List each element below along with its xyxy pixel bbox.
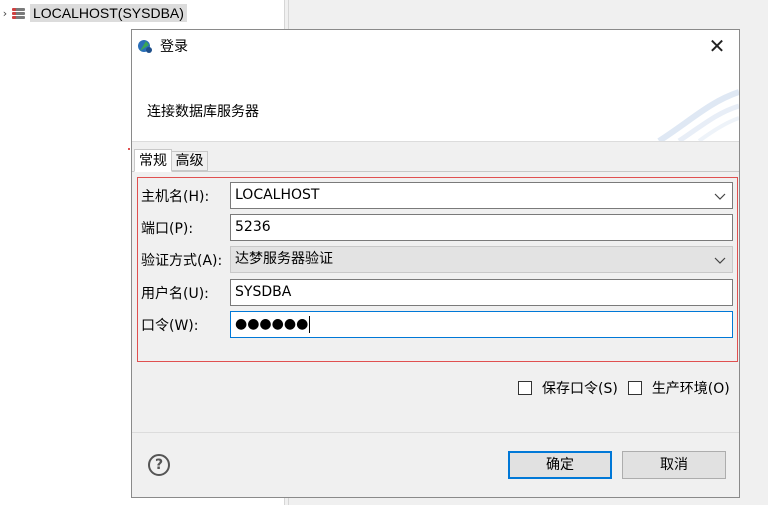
auth-method-select[interactable]: 达梦服务器验证 — [230, 246, 733, 273]
tab-strip: 常规 高级 — [132, 149, 739, 172]
production-env-label[interactable]: 生产环境(O) — [652, 378, 730, 398]
port-row: 端口(P): 5236 — [138, 212, 737, 241]
port-input[interactable]: 5236 — [230, 214, 733, 241]
production-env-checkbox[interactable] — [627, 381, 642, 395]
cancel-button[interactable]: 取消 — [622, 451, 726, 479]
text-caret — [309, 315, 311, 333]
port-label: 端口(P): — [141, 221, 194, 237]
tree-item-label: LOCALHOST(SYSDBA) — [30, 4, 187, 22]
username-input[interactable]: SYSDBA — [230, 279, 733, 306]
host-row: 主机名(H): LOCALHOST — [138, 180, 737, 209]
auth-value: 达梦服务器验证 — [235, 251, 333, 267]
banner-swirl-graphic — [657, 89, 739, 141]
user-label: 用户名(U): — [141, 286, 209, 302]
password-input[interactable]: ●●●●●● — [230, 311, 733, 338]
password-row: 口令(W): ●●●●●● — [138, 309, 737, 338]
password-value: ●●●●●● — [235, 316, 309, 332]
user-row: 用户名(U): SYSDBA — [138, 277, 737, 306]
password-label: 口令(W): — [141, 318, 199, 334]
dialog-banner: 连接数据库服务器 — [132, 62, 739, 142]
decoration-dot — [128, 148, 130, 150]
user-value: SYSDBA — [235, 284, 292, 300]
tab-advanced[interactable]: 高级 — [172, 151, 208, 171]
chevron-right-icon[interactable]: › — [0, 7, 10, 20]
chevron-down-icon[interactable] — [714, 254, 726, 266]
options-row: 保存口令(S) 生产环境(O) — [518, 377, 740, 399]
host-value: LOCALHOST — [235, 187, 320, 203]
host-label: 主机名(H): — [141, 189, 210, 205]
close-icon: ✕ — [708, 34, 726, 58]
tab-general[interactable]: 常规 — [134, 149, 172, 172]
auth-label: 验证方式(A): — [141, 253, 223, 269]
dialog-titlebar: 登录 ✕ — [132, 30, 739, 62]
database-icon — [12, 6, 26, 20]
footer-divider — [132, 432, 739, 433]
save-password-checkbox[interactable] — [518, 381, 532, 395]
port-value: 5236 — [235, 219, 271, 235]
dialog-title: 登录 — [160, 39, 188, 55]
login-dialog: 登录 ✕ 连接数据库服务器 常规 高级 主机名(H): LOCALHOST 端口… — [131, 29, 740, 498]
dm-logo-icon — [138, 40, 152, 53]
chevron-down-icon[interactable] — [714, 190, 726, 202]
auth-row: 验证方式(A): 达梦服务器验证 — [138, 244, 737, 273]
host-combobox[interactable]: LOCALHOST — [230, 182, 733, 209]
close-button[interactable]: ✕ — [695, 30, 739, 62]
connection-form: 主机名(H): LOCALHOST 端口(P): 5236 验证方式(A): 达… — [137, 177, 738, 362]
tree-item-localhost[interactable]: › LOCALHOST(SYSDBA) — [0, 2, 187, 24]
ok-button[interactable]: 确定 — [508, 451, 612, 479]
help-icon[interactable]: ? — [148, 454, 170, 476]
save-password-label[interactable]: 保存口令(S) — [542, 378, 618, 398]
banner-description: 连接数据库服务器 — [147, 104, 259, 120]
